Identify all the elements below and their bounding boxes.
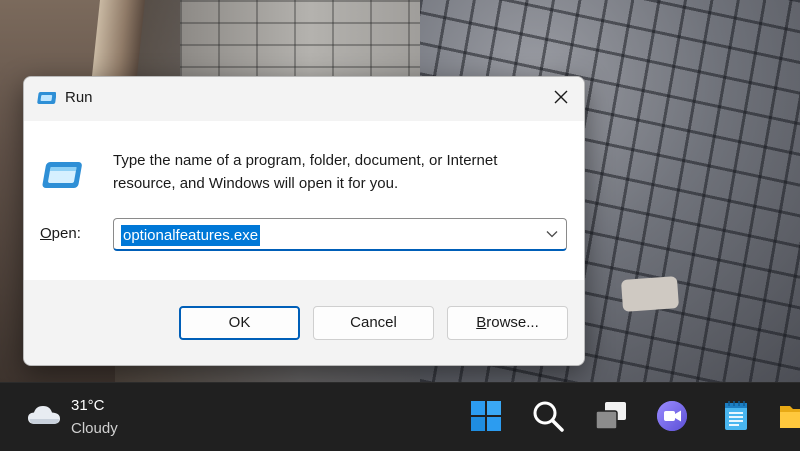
run-large-icon	[42, 162, 82, 188]
notepad-icon[interactable]	[719, 399, 753, 433]
taskbar: 31°C Cloudy	[0, 382, 800, 451]
dialog-titlebar[interactable]: Run	[24, 77, 584, 121]
dialog-description: Type the name of a program, folder, docu…	[113, 152, 498, 192]
wallpaper-stone	[620, 276, 680, 312]
windows-start-icon[interactable]	[469, 399, 503, 433]
teams-chat-icon[interactable]	[655, 399, 689, 433]
run-app-icon	[37, 92, 56, 104]
weather-temperature[interactable]: 31°C	[71, 397, 105, 414]
browse-button[interactable]: Browse...	[447, 306, 568, 340]
search-icon[interactable]	[531, 399, 565, 433]
open-label-accelerator: O	[40, 225, 52, 242]
browse-label: rowse...	[486, 314, 539, 331]
ok-button[interactable]: OK	[179, 306, 300, 340]
task-view-icon[interactable]	[594, 399, 628, 433]
file-explorer-icon[interactable]	[778, 399, 800, 433]
cloud-icon[interactable]	[26, 403, 62, 427]
open-input[interactable]: optionalfeatures.exe	[121, 225, 261, 246]
open-label-text: pen:	[51, 225, 81, 242]
dialog-title: Run	[65, 89, 93, 106]
open-label: Open:	[40, 225, 81, 242]
chevron-down-icon[interactable]	[546, 230, 558, 238]
weather-condition[interactable]: Cloudy	[71, 420, 118, 437]
close-button[interactable]	[538, 77, 584, 117]
wallpaper-path	[180, 0, 440, 80]
dialog-footer: OK Cancel Browse...	[24, 280, 584, 365]
dialog-content: Type the name of a program, folder, docu…	[24, 121, 584, 280]
run-dialog: Run Type the name of a program, folder, …	[23, 76, 585, 366]
cancel-button[interactable]: Cancel	[313, 306, 434, 340]
browse-accelerator: B	[476, 314, 487, 331]
close-icon	[554, 90, 568, 104]
open-combobox[interactable]: optionalfeatures.exe	[113, 218, 567, 251]
